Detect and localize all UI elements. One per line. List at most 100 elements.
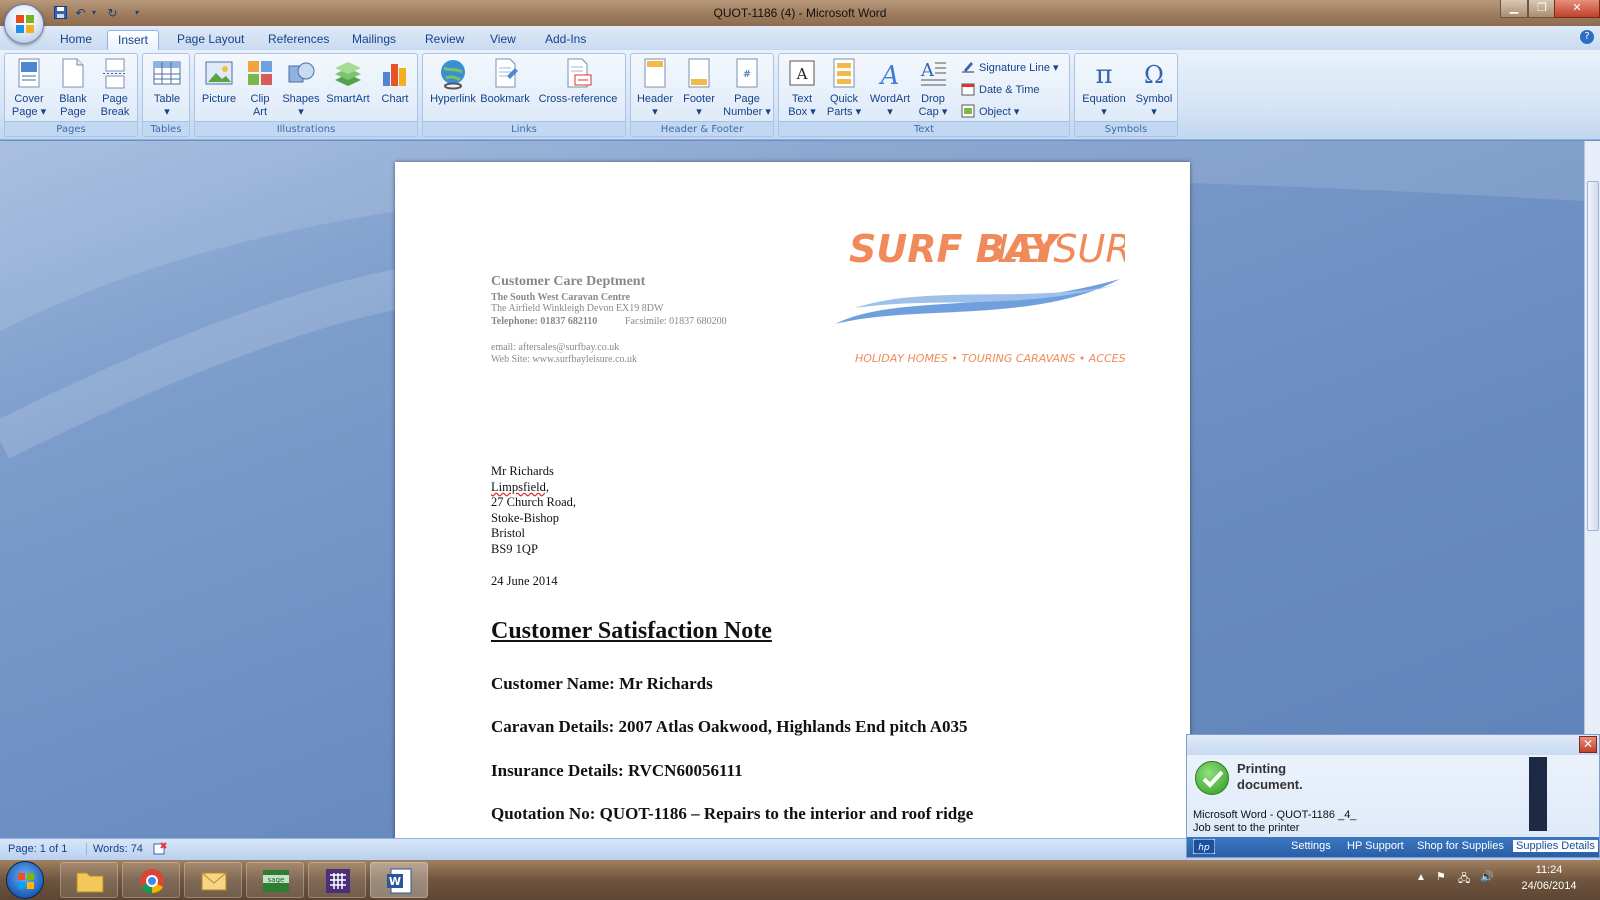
- bookmark-icon: [495, 58, 518, 88]
- header-icon: [644, 58, 666, 88]
- signature-line-button[interactable]: Signature Line ▾: [961, 60, 1059, 74]
- chart-button[interactable]: Chart: [375, 56, 415, 106]
- equation-button[interactable]: π Equation ▾: [1077, 56, 1131, 119]
- picture-button[interactable]: Picture: [199, 56, 239, 106]
- grid-app-icon: [326, 869, 350, 893]
- blank-page-button[interactable]: Blank Page: [53, 56, 93, 119]
- date-time-button[interactable]: Date & Time: [961, 82, 1040, 96]
- group-pages: Cover Page ▾ Blank Page Page Break Pages: [4, 53, 138, 137]
- taskbar-word[interactable]: W: [370, 862, 428, 898]
- document-page[interactable]: Customer Care Deptment The South West Ca…: [395, 162, 1190, 862]
- taskbar-explorer[interactable]: [60, 862, 118, 898]
- clock-date[interactable]: 24/06/2014: [1514, 880, 1584, 892]
- help-icon[interactable]: ?: [1580, 30, 1594, 44]
- recipient-line: Stoke-Bishop: [491, 510, 560, 525]
- letter-date: 24 June 2014: [491, 574, 558, 588]
- page-number-button[interactable]: # Page Number ▾: [721, 56, 773, 119]
- quick-parts-button[interactable]: Quick Parts ▾: [823, 56, 865, 119]
- clock-time[interactable]: 11:24: [1514, 864, 1584, 876]
- taskbar-calculator[interactable]: [308, 862, 366, 898]
- page-number-icon: #: [736, 58, 758, 88]
- chrome-icon: [140, 869, 164, 894]
- hp-support-link[interactable]: HP Support: [1347, 840, 1404, 852]
- website: Web Site: www.surfbayleisure.co.uk: [491, 354, 638, 365]
- group-illustrations: Picture Clip Art Shapes ▾ SmartArt Chart …: [194, 53, 418, 137]
- minimize-button[interactable]: ▁: [1500, 0, 1528, 18]
- notification-close-button[interactable]: ✕: [1579, 736, 1597, 753]
- group-text: A Text Box ▾ Quick Parts ▾ A WordArt ▾ A …: [778, 53, 1070, 137]
- caravan-details-line: Caravan Details: 2007 Atlas Oakwood, Hig…: [491, 717, 968, 736]
- show-hidden-icons-icon[interactable]: ▲: [1416, 872, 1426, 883]
- company-address: The Airfield Winkleigh Devon EX19 8DW: [491, 303, 664, 314]
- svg-text:Ω: Ω: [1144, 61, 1164, 89]
- tab-review[interactable]: Review: [415, 30, 474, 50]
- quotation-line: Quotation No: QUOT-1186 – Repairs to the…: [491, 804, 974, 823]
- tab-mailings[interactable]: Mailings: [342, 30, 406, 50]
- facsimile: Facsimile: 01837 680200: [625, 316, 727, 327]
- taskbar-chrome[interactable]: [122, 862, 180, 898]
- group-label-links: Links: [423, 121, 625, 136]
- network-icon[interactable]: 🖧: [1458, 870, 1470, 889]
- cover-page-button[interactable]: Cover Page ▾: [9, 56, 49, 119]
- close-button[interactable]: ✕: [1554, 0, 1600, 18]
- start-button[interactable]: [6, 861, 44, 899]
- logo-name-light: LEISURE: [997, 227, 1125, 271]
- clip-art-icon: [248, 61, 272, 85]
- title-bar: ↶ ▾ ↻ ▾ QUOT-1186 (4) - Microsoft Word ▁…: [0, 0, 1600, 26]
- text-box-button[interactable]: A Text Box ▾: [781, 56, 823, 119]
- text-box-icon: A: [789, 60, 815, 86]
- tab-add-ins[interactable]: Add-Ins: [535, 30, 596, 50]
- footer-button[interactable]: Footer ▾: [677, 56, 721, 119]
- page-break-button[interactable]: Page Break: [95, 56, 135, 119]
- hyperlink-button[interactable]: Hyperlink: [427, 56, 479, 106]
- hyperlink-icon: [441, 60, 465, 90]
- volume-icon[interactable]: 🔊: [1480, 870, 1494, 883]
- office-button[interactable]: [4, 4, 44, 44]
- tab-view[interactable]: View: [480, 30, 526, 50]
- action-center-flag-icon[interactable]: ⚑: [1436, 870, 1446, 883]
- scrollbar-thumb[interactable]: [1587, 181, 1599, 531]
- group-label-tables: Tables: [143, 121, 189, 136]
- equation-icon: π: [1095, 60, 1112, 90]
- taskbar-outlook[interactable]: [184, 862, 242, 898]
- group-label-symbols: Symbols: [1075, 121, 1177, 136]
- dept-name: Customer Care Deptment: [491, 274, 646, 289]
- drop-cap-icon: A: [920, 60, 946, 86]
- table-button[interactable]: Table ▾: [147, 56, 187, 119]
- hp-logo-icon: hp: [1192, 838, 1216, 857]
- smartart-button[interactable]: SmartArt: [323, 56, 373, 106]
- tab-home[interactable]: Home: [50, 30, 102, 50]
- windows-logo-icon: [18, 873, 34, 889]
- settings-link[interactable]: Settings: [1291, 840, 1331, 852]
- group-label-text: Text: [779, 121, 1069, 136]
- wordart-button[interactable]: A WordArt ▾: [865, 56, 915, 119]
- bookmark-button[interactable]: Bookmark: [479, 56, 531, 106]
- group-symbols: π Equation ▾ Ω Symbol ▾ Symbols: [1074, 53, 1178, 137]
- logo-tagline: HOLIDAY HOMES • TOURING CARAVANS • ACCES…: [855, 352, 1125, 365]
- blank-page-icon: [62, 58, 84, 88]
- word-count[interactable]: Words: 74: [86, 843, 143, 855]
- date-time-icon: [961, 83, 975, 96]
- cross-reference-button[interactable]: Cross-reference: [531, 56, 625, 106]
- object-button[interactable]: Object ▾: [961, 104, 1019, 118]
- supplies-details-link[interactable]: Supplies Details: [1513, 840, 1598, 852]
- taskbar-sage[interactable]: sage: [246, 862, 304, 898]
- tab-page-layout[interactable]: Page Layout: [167, 30, 254, 50]
- proofing-icon[interactable]: [152, 841, 168, 860]
- shop-for-supplies-link[interactable]: Shop for Supplies: [1417, 840, 1504, 852]
- header-button[interactable]: Header ▾: [633, 56, 677, 119]
- symbol-button[interactable]: Ω Symbol ▾: [1131, 56, 1177, 119]
- word-icon: W: [387, 868, 412, 894]
- page-count[interactable]: Page: 1 of 1: [8, 843, 67, 855]
- symbol-icon: Ω: [1144, 61, 1164, 89]
- tab-references[interactable]: References: [258, 30, 339, 50]
- clip-art-button[interactable]: Clip Art: [243, 56, 277, 119]
- footer-icon: [688, 58, 710, 88]
- shapes-button[interactable]: Shapes ▾: [279, 56, 323, 119]
- folder-icon: [76, 872, 104, 893]
- smartart-icon: [335, 62, 361, 86]
- tab-insert[interactable]: Insert: [107, 30, 160, 50]
- quick-parts-icon: [833, 58, 855, 88]
- maximize-button[interactable]: ❐: [1528, 0, 1556, 18]
- drop-cap-button[interactable]: A Drop Cap ▾: [913, 56, 953, 119]
